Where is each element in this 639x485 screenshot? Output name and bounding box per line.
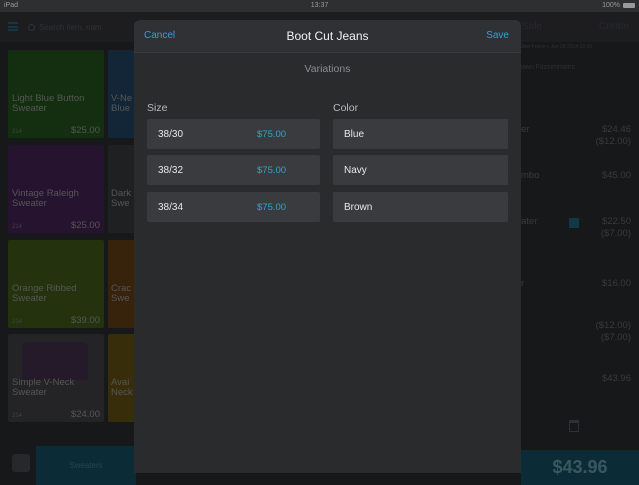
status-time: 13:37 [310, 2, 329, 9]
size-label: 38/30 [158, 128, 184, 140]
color-label: Navy [344, 164, 367, 176]
size-price: $75.00 [257, 128, 287, 140]
save-button[interactable]: Save [486, 30, 509, 41]
color-label: Brown [344, 201, 373, 213]
size-option-38-30[interactable]: 38/30 $75.00 [147, 119, 320, 149]
size-price: $75.00 [257, 164, 287, 176]
battery-percent: 100% [602, 2, 620, 9]
color-option-blue[interactable]: Blue [333, 119, 508, 149]
variations-heading: Variations [304, 63, 351, 75]
battery-icon [623, 3, 635, 8]
size-label: 38/32 [158, 164, 184, 176]
variations-modal: Cancel Boot Cut Jeans Save Variations Si… [134, 20, 521, 473]
color-option-brown[interactable]: Brown [333, 192, 508, 222]
size-header: Size [147, 102, 168, 114]
color-header: Color [333, 102, 359, 114]
size-option-38-32[interactable]: 38/32 $75.00 [147, 155, 320, 185]
size-label: 38/34 [158, 201, 184, 213]
cancel-button[interactable]: Cancel [144, 30, 175, 41]
color-option-navy[interactable]: Navy [333, 155, 508, 185]
status-bar: iPad 13:37 100% [0, 0, 639, 12]
modal-header: Cancel Boot Cut Jeans Save [134, 20, 521, 53]
size-price: $75.00 [257, 201, 287, 213]
battery-indicator: 100% [602, 2, 635, 9]
size-option-38-34[interactable]: 38/34 $75.00 [147, 192, 320, 222]
modal-title: Boot Cut Jeans [286, 29, 369, 43]
color-label: Blue [344, 128, 365, 140]
